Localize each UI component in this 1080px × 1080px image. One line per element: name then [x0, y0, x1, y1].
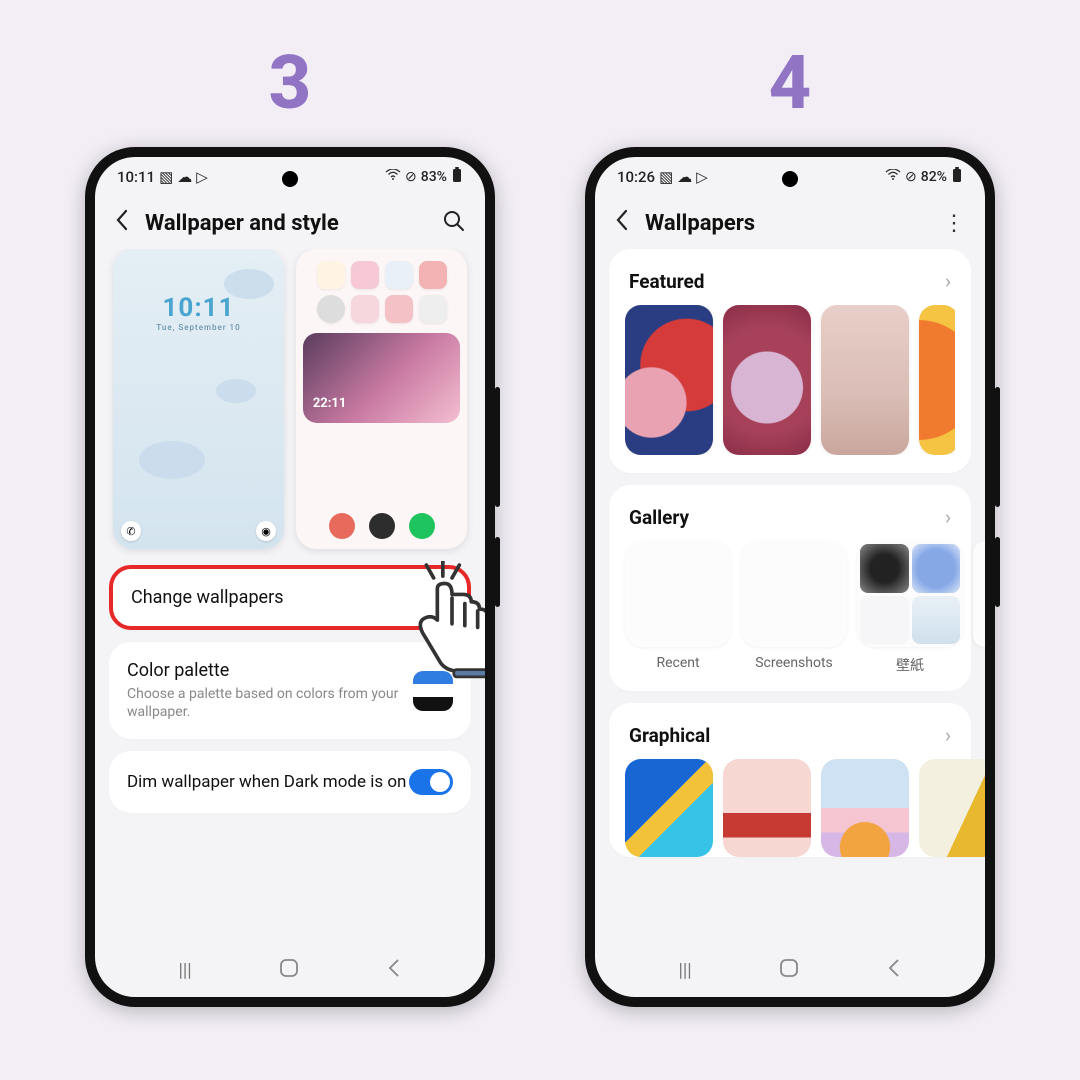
wifi-icon: [885, 169, 901, 185]
search-button[interactable]: [443, 210, 465, 237]
phone-right: 10:26 ▧ ☁ ▷ ⊘ 82%: [585, 147, 995, 1007]
wifi-icon: [385, 169, 401, 185]
preview-date: Tue, September 10: [113, 323, 284, 332]
gallery-album-more[interactable]: [973, 541, 985, 675]
lockscreen-preview[interactable]: 10:11 Tue, September 10 ✆ ◉: [113, 249, 284, 549]
play-icon: ▷: [196, 168, 208, 186]
phone-icon: ✆: [121, 521, 141, 541]
no-sim-icon: ⊘: [405, 169, 417, 185]
back-nav-button[interactable]: [886, 958, 902, 983]
call-icon: [409, 513, 435, 539]
camera-icon: ◉: [256, 521, 276, 541]
page-title: Wallpaper and style: [145, 211, 429, 236]
change-wallpapers-label: Change wallpapers: [131, 587, 449, 608]
page-title: Wallpapers: [645, 211, 929, 236]
chevron-right-icon: ›: [945, 269, 951, 293]
no-sim-icon: ⊘: [905, 169, 917, 185]
change-wallpapers-item[interactable]: Change wallpapers: [109, 565, 471, 630]
status-bar: 10:11 ▧ ☁ ▷ ⊘ 83%: [95, 157, 485, 187]
image-icon: ▧: [659, 168, 673, 186]
status-bar: 10:26 ▧ ☁ ▷ ⊘ 82%: [595, 157, 985, 187]
featured-wallpaper[interactable]: [625, 305, 713, 455]
graphical-label: Graphical: [629, 724, 710, 747]
graphical-wallpaper[interactable]: [625, 759, 713, 857]
featured-wallpaper[interactable]: [723, 305, 811, 455]
more-button[interactable]: ⋮: [943, 211, 965, 236]
color-palette-subtitle: Choose a palette based on colors from yo…: [127, 685, 413, 721]
gallery-label: Gallery: [629, 506, 689, 529]
gallery-album-recent[interactable]: Recent: [625, 541, 731, 675]
apps-icon: [329, 513, 355, 539]
featured-label: Featured: [629, 270, 704, 293]
color-palette-label: Color palette: [127, 660, 413, 681]
chevron-right-icon: ›: [945, 723, 951, 747]
graphical-wallpaper[interactable]: [821, 759, 909, 857]
dim-dark-mode-item[interactable]: Dim wallpaper when Dark mode is on: [109, 751, 471, 813]
battery-pct: 83%: [421, 169, 447, 185]
battery-icon: [451, 167, 463, 187]
cloud-icon: ☁: [177, 168, 192, 186]
gallery-header[interactable]: Gallery ›: [625, 501, 955, 541]
status-time: 10:26: [617, 168, 655, 186]
back-button[interactable]: [115, 209, 131, 237]
homescreen-preview[interactable]: [296, 249, 467, 549]
home-button[interactable]: [279, 958, 299, 983]
recent-apps-button[interactable]: |||: [178, 960, 191, 981]
battery-icon: [951, 167, 963, 187]
dim-label: Dim wallpaper when Dark mode is on: [127, 772, 409, 792]
phone-left: 10:11 ▧ ☁ ▷ ⊘ 83%: [85, 147, 495, 1007]
wallpaper-previews: 10:11 Tue, September 10 ✆ ◉: [109, 249, 471, 553]
dim-toggle[interactable]: [409, 769, 453, 795]
palette-icon: [413, 671, 453, 711]
featured-header[interactable]: Featured ›: [625, 265, 955, 305]
status-time: 10:11: [117, 168, 155, 186]
graphical-wallpaper[interactable]: [723, 759, 811, 857]
gallery-album-wallpapers[interactable]: 壁紙: [857, 541, 963, 675]
navigation-bar: |||: [595, 940, 985, 997]
battery-pct: 82%: [921, 169, 947, 185]
gallery-section: Gallery › Recent Screenshots: [609, 485, 971, 691]
play-icon: ▷: [696, 168, 708, 186]
home-button[interactable]: [779, 958, 799, 983]
back-button[interactable]: [615, 209, 631, 237]
color-palette-item[interactable]: Color palette Choose a palette based on …: [109, 642, 471, 739]
graphical-header[interactable]: Graphical ›: [625, 719, 955, 759]
image-icon: ▧: [159, 168, 173, 186]
featured-wallpaper[interactable]: [821, 305, 909, 455]
step-number-4: 4: [769, 40, 812, 127]
step-number-3: 3: [269, 40, 312, 127]
recent-apps-button[interactable]: |||: [678, 960, 691, 981]
graphical-section: Graphical ›: [609, 703, 971, 857]
featured-wallpaper[interactable]: [919, 305, 955, 455]
graphical-wallpaper[interactable]: [919, 759, 985, 857]
chevron-right-icon: ›: [945, 505, 951, 529]
featured-section: Featured ›: [609, 249, 971, 473]
gallery-album-screenshots[interactable]: Screenshots: [741, 541, 847, 675]
navigation-bar: |||: [95, 940, 485, 997]
back-nav-button[interactable]: [386, 958, 402, 983]
cloud-icon: ☁: [677, 168, 692, 186]
settings-icon: [369, 513, 395, 539]
